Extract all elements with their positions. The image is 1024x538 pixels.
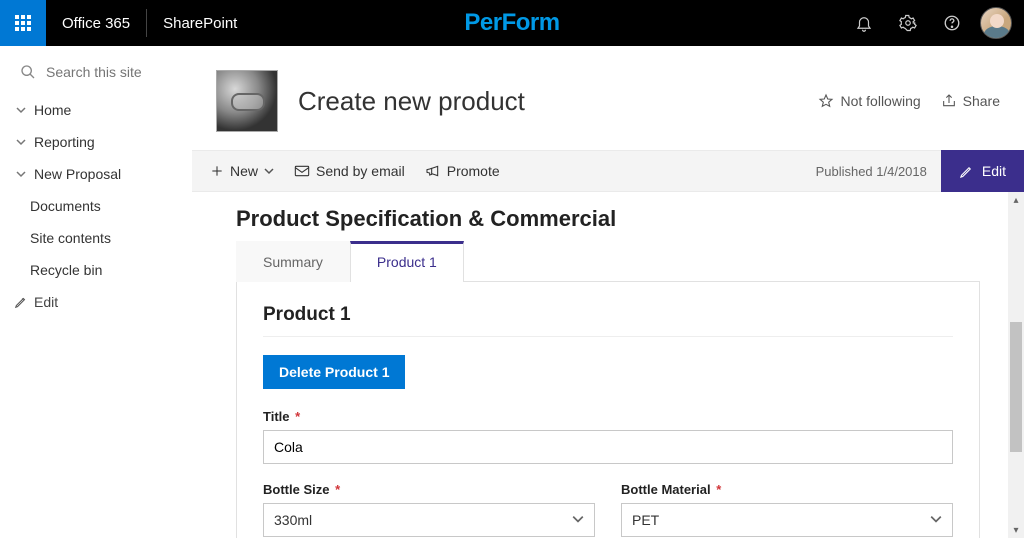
chevron-down-icon	[930, 512, 942, 528]
suite-app-name[interactable]: Office 365	[46, 9, 147, 37]
scrollbar[interactable]: ▴ ▾	[1008, 192, 1024, 538]
command-bar: New Send by email Promote Published 1/4/…	[192, 150, 1024, 192]
megaphone-icon	[425, 164, 441, 178]
nav-reporting[interactable]: Reporting	[0, 126, 192, 158]
promote-label: Promote	[447, 163, 500, 179]
tab-product-1[interactable]: Product 1	[350, 241, 464, 282]
page-header: Create new product Not following Share	[192, 46, 1024, 150]
chevron-down-icon	[572, 512, 584, 528]
star-icon	[818, 93, 834, 109]
nav-recycle-bin[interactable]: Recycle bin	[0, 254, 192, 286]
search-icon	[20, 64, 36, 80]
share-button[interactable]: Share	[941, 93, 1000, 109]
notifications-icon[interactable]	[842, 0, 886, 46]
share-icon	[941, 93, 957, 109]
page-thumbnail	[216, 70, 278, 132]
edit-page-button[interactable]: Edit	[941, 150, 1024, 192]
new-label: New	[230, 163, 258, 179]
edit-label: Edit	[982, 163, 1006, 179]
nav-label: Edit	[34, 294, 58, 310]
follow-button[interactable]: Not following	[818, 93, 920, 109]
user-avatar[interactable]	[980, 7, 1012, 39]
delete-product-button[interactable]: Delete Product 1	[263, 355, 405, 389]
select-value: 330ml	[274, 512, 312, 528]
pencil-icon	[959, 164, 974, 179]
section-heading: Product Specification & Commercial	[236, 206, 980, 232]
tab-panel-product-1: Product 1 Delete Product 1 Title * Bottl…	[236, 282, 980, 538]
share-label: Share	[963, 93, 1000, 109]
search-input[interactable]	[46, 64, 176, 80]
nav-label: Documents	[30, 198, 101, 214]
bottle-material-select[interactable]: PET	[621, 503, 953, 537]
nav-label: Reporting	[34, 134, 95, 150]
product-heading: Product 1	[263, 304, 953, 337]
chevron-down-icon	[12, 169, 30, 179]
bottle-size-select[interactable]: 330ml	[263, 503, 595, 537]
help-icon[interactable]	[930, 0, 974, 46]
nav-home[interactable]: Home	[0, 94, 192, 126]
left-nav: Home Reporting New Proposal Documents Si…	[0, 46, 192, 538]
new-button[interactable]: New	[210, 163, 274, 179]
chevron-down-icon	[12, 105, 30, 115]
nav-label: New Proposal	[34, 166, 121, 182]
settings-icon[interactable]	[886, 0, 930, 46]
perform-logo: PerForm	[464, 9, 559, 37]
tab-summary[interactable]: Summary	[236, 241, 350, 282]
bottle-material-label: Bottle Material *	[621, 482, 953, 497]
title-label: Title *	[263, 409, 953, 424]
nav-label: Recycle bin	[30, 262, 102, 278]
mail-icon	[294, 164, 310, 178]
plus-icon	[210, 164, 224, 178]
suite-bar: Office 365 SharePoint PerForm	[0, 0, 1024, 46]
site-search[interactable]	[0, 56, 192, 94]
send-label: Send by email	[316, 163, 405, 179]
chevron-down-icon	[12, 137, 30, 147]
form-container: Product Specification & Commercial Summa…	[192, 192, 1024, 538]
scroll-thumb[interactable]	[1010, 322, 1022, 452]
page-title: Create new product	[298, 86, 525, 117]
nav-site-contents[interactable]: Site contents	[0, 222, 192, 254]
select-value: PET	[632, 512, 659, 528]
pencil-icon	[12, 295, 30, 309]
bottle-size-label: Bottle Size *	[263, 482, 595, 497]
scroll-up-arrow[interactable]: ▴	[1008, 192, 1024, 208]
send-email-button[interactable]: Send by email	[294, 163, 405, 179]
app-launcher-button[interactable]	[0, 0, 46, 46]
published-date: Published 1/4/2018	[816, 164, 941, 179]
nav-edit[interactable]: Edit	[0, 286, 192, 318]
nav-label: Site contents	[30, 230, 111, 246]
nav-label: Home	[34, 102, 71, 118]
waffle-icon	[15, 15, 31, 31]
scroll-down-arrow[interactable]: ▾	[1008, 522, 1024, 538]
chevron-down-icon	[264, 166, 274, 176]
page-content: Create new product Not following Share N…	[192, 46, 1024, 538]
title-input[interactable]	[263, 430, 953, 464]
tab-strip: Summary Product 1	[236, 240, 980, 282]
promote-button[interactable]: Promote	[425, 163, 500, 179]
nav-new-proposal[interactable]: New Proposal	[0, 158, 192, 190]
follow-label: Not following	[840, 93, 920, 109]
suite-site-name[interactable]: SharePoint	[147, 15, 253, 32]
nav-documents[interactable]: Documents	[0, 190, 192, 222]
